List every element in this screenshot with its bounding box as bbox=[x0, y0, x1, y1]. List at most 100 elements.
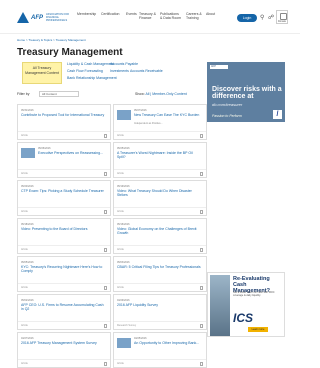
tab-item[interactable]: Accounts Receivable bbox=[130, 69, 163, 74]
tab-item[interactable]: Investments bbox=[110, 69, 129, 74]
content-card[interactable]: 05/27/2016 New Treasury Can Ease The KYC … bbox=[113, 104, 207, 140]
content-card[interactable]: 04/27/2016 2016 AFP Treasury Management S… bbox=[17, 332, 111, 368]
ics-logo: ICS bbox=[233, 311, 254, 325]
tab-item[interactable]: Bank Relationship Management bbox=[67, 76, 117, 81]
card-footer: Article bbox=[18, 245, 110, 253]
card-title[interactable]: Video: What Treasury Should Do When Disa… bbox=[117, 189, 201, 197]
card-date: 05/27/2016 bbox=[134, 109, 147, 112]
card-footer: Article bbox=[114, 245, 206, 253]
ad-url: db.com/treasurer bbox=[212, 102, 243, 107]
card-title[interactable]: 2016 AFP Liquidity Survey bbox=[117, 303, 201, 307]
breadcrumb[interactable]: Home > Treasury & Topics > Treasury Mana… bbox=[17, 38, 86, 42]
bookmark-icon[interactable] bbox=[104, 324, 107, 328]
deutsche-bank-ad[interactable]: AFP Discover risks with a difference at … bbox=[207, 62, 285, 122]
content-card[interactable]: 05/05/2016 KYC: Treasury's Recurring Nigh… bbox=[17, 256, 111, 292]
card-footer: Article bbox=[18, 131, 110, 139]
card-footer: Article bbox=[114, 131, 206, 139]
tab-item[interactable]: Liquidity & Cash Management bbox=[67, 62, 114, 67]
ad-brand: AFP bbox=[210, 65, 228, 69]
card-type: Article bbox=[21, 134, 28, 137]
nav-item[interactable]: Certification bbox=[101, 12, 123, 16]
tab-item[interactable]: Cash Flow Forecasting bbox=[67, 69, 103, 74]
card-title[interactable]: 2016 AFP Treasury Management System Surv… bbox=[21, 341, 105, 345]
afp-logo-icon bbox=[17, 12, 29, 23]
content-card[interactable]: 05/20/2016 CTP Exam: Tips: Picking a Stud… bbox=[17, 180, 111, 216]
tab-item[interactable]: Accounts Payable bbox=[110, 62, 138, 67]
card-title[interactable]: Contribute to Proposed Tool for Internat… bbox=[21, 113, 105, 117]
content-card[interactable]: 05/03/2016 CBAR: 5 Critical Filing Tips f… bbox=[113, 256, 207, 292]
card-type: Article bbox=[117, 134, 124, 137]
bookmark-icon[interactable] bbox=[104, 172, 107, 176]
content-card[interactable]: 05/18/2016 Video: Presenting to the Board… bbox=[17, 218, 111, 254]
card-title[interactable]: New Treasury Can Ease The KYC Burden bbox=[134, 113, 206, 117]
show-options[interactable]: All | Member-Only Content bbox=[146, 92, 187, 96]
card-date: 05/26/2016 bbox=[38, 147, 51, 150]
cart-icon[interactable]: ☍ bbox=[268, 14, 274, 22]
card-type: Article bbox=[21, 324, 28, 327]
card-footer: Article bbox=[18, 169, 110, 177]
card-date: 04/29/2016 bbox=[117, 299, 130, 302]
afp-logo-text: AFP bbox=[31, 14, 43, 21]
nav-item[interactable]: Careers & Training bbox=[186, 12, 208, 20]
filter-label: Filter by bbox=[17, 92, 30, 96]
content-card[interactable]: 05/19/2016 Video: What Treasury Should Do… bbox=[113, 180, 207, 216]
bookmark-icon[interactable] bbox=[104, 248, 107, 252]
bookmark-icon[interactable] bbox=[200, 134, 203, 138]
card-title[interactable]: Video: Global Economy on the Challenges … bbox=[117, 227, 201, 235]
bookmark-icon[interactable] bbox=[104, 210, 107, 214]
bookmark-icon[interactable] bbox=[200, 248, 203, 252]
filter-bar: Filter by All Content Show: All | Member… bbox=[17, 90, 207, 98]
bookmark-icon[interactable] bbox=[200, 324, 203, 328]
card-title[interactable]: CBAR: 5 Critical Filing Tips for Treasur… bbox=[117, 265, 201, 269]
donate-button[interactable]: Donate bbox=[276, 10, 288, 24]
card-title[interactable]: AFP CEO: U.S. Firms to Resume Accumulati… bbox=[21, 303, 105, 311]
card-date: 05/31/2016 bbox=[21, 109, 34, 112]
ics-ad[interactable]: Re-Evaluating Cash Management? Get a bet… bbox=[207, 272, 285, 337]
search-icon[interactable]: ⚲ bbox=[260, 14, 264, 22]
card-thumbnail bbox=[117, 338, 131, 348]
content-card[interactable]: 04/29/2016 2016 AFP Liquidity Survey Resea… bbox=[113, 294, 207, 330]
card-footer: Article bbox=[114, 207, 206, 215]
card-title[interactable]: Executive Perspectives on Reassessing... bbox=[38, 151, 110, 155]
nav-item[interactable]: Publications & Data Room bbox=[160, 12, 182, 20]
card-footer: Article bbox=[18, 321, 110, 329]
bookmark-icon[interactable] bbox=[200, 172, 203, 176]
bookmark-icon[interactable] bbox=[104, 362, 107, 366]
site-header: AFP ASSOCIATION FOR FINANCIAL PROFESSION… bbox=[0, 0, 300, 34]
afp-logo[interactable]: AFP ASSOCIATION FOR FINANCIAL PROFESSION… bbox=[17, 11, 73, 24]
card-footer: Article bbox=[114, 169, 206, 177]
card-footer: Article bbox=[114, 283, 206, 291]
bookmark-icon[interactable] bbox=[200, 210, 203, 214]
tab-all-content[interactable]: All Treasury Management Content bbox=[22, 62, 62, 84]
card-date: 04/27/2016 bbox=[21, 337, 34, 340]
content-card[interactable]: 05/02/2016 AFP CEO: U.S. Firms to Resume … bbox=[17, 294, 111, 330]
card-date: 04/25/2016 bbox=[134, 337, 147, 340]
content-card[interactable]: 04/25/2016 An Opportunity to Other Improv… bbox=[113, 332, 207, 368]
learn-more-button[interactable]: Learn more bbox=[248, 327, 268, 332]
bookmark-icon[interactable] bbox=[200, 286, 203, 290]
card-date: 05/02/2016 bbox=[21, 299, 34, 302]
content-card[interactable]: 05/25/2016 A Treasurer's Worst Nightmare:… bbox=[113, 142, 207, 178]
card-date: 05/19/2016 bbox=[117, 185, 130, 188]
nav-item[interactable]: Treasury & Finance bbox=[139, 12, 161, 20]
content-card[interactable]: 05/31/2016 Contribute to Proposed Tool fo… bbox=[17, 104, 111, 140]
nav-item[interactable]: About bbox=[206, 12, 228, 16]
card-footer: Article bbox=[114, 359, 206, 367]
bookmark-icon[interactable] bbox=[104, 286, 107, 290]
card-title[interactable]: An Opportunity to Other Improving Bank..… bbox=[134, 341, 206, 345]
bookmark-icon[interactable] bbox=[200, 362, 203, 366]
login-button[interactable]: Login bbox=[237, 14, 257, 22]
card-title[interactable]: Video: Presenting to the Board of Direct… bbox=[21, 227, 105, 231]
afp-logo-subtitle: ASSOCIATION FOR FINANCIAL PROFESSIONALS bbox=[46, 13, 69, 22]
filter-select[interactable]: All Content bbox=[39, 91, 79, 97]
card-date: 05/18/2016 bbox=[21, 223, 34, 226]
card-title[interactable]: CTP Exam: Tips: Picking a Study Schedule… bbox=[21, 189, 105, 193]
content-card[interactable]: 05/26/2016 Executive Perspectives on Reas… bbox=[17, 142, 111, 178]
ad-subtext: Get a better return on cash with FDIC co… bbox=[233, 291, 275, 297]
nav-item[interactable]: Membership bbox=[77, 12, 99, 16]
bookmark-icon[interactable] bbox=[104, 134, 107, 138]
content-card[interactable]: 05/16/2016 Video: Global Economy on the C… bbox=[113, 218, 207, 254]
card-footer: Article bbox=[18, 359, 110, 367]
card-title[interactable]: A Treasurer's Worst Nightmare: Inside th… bbox=[117, 151, 201, 159]
card-title[interactable]: KYC: Treasury's Recurring Nightmare Here… bbox=[21, 265, 105, 273]
